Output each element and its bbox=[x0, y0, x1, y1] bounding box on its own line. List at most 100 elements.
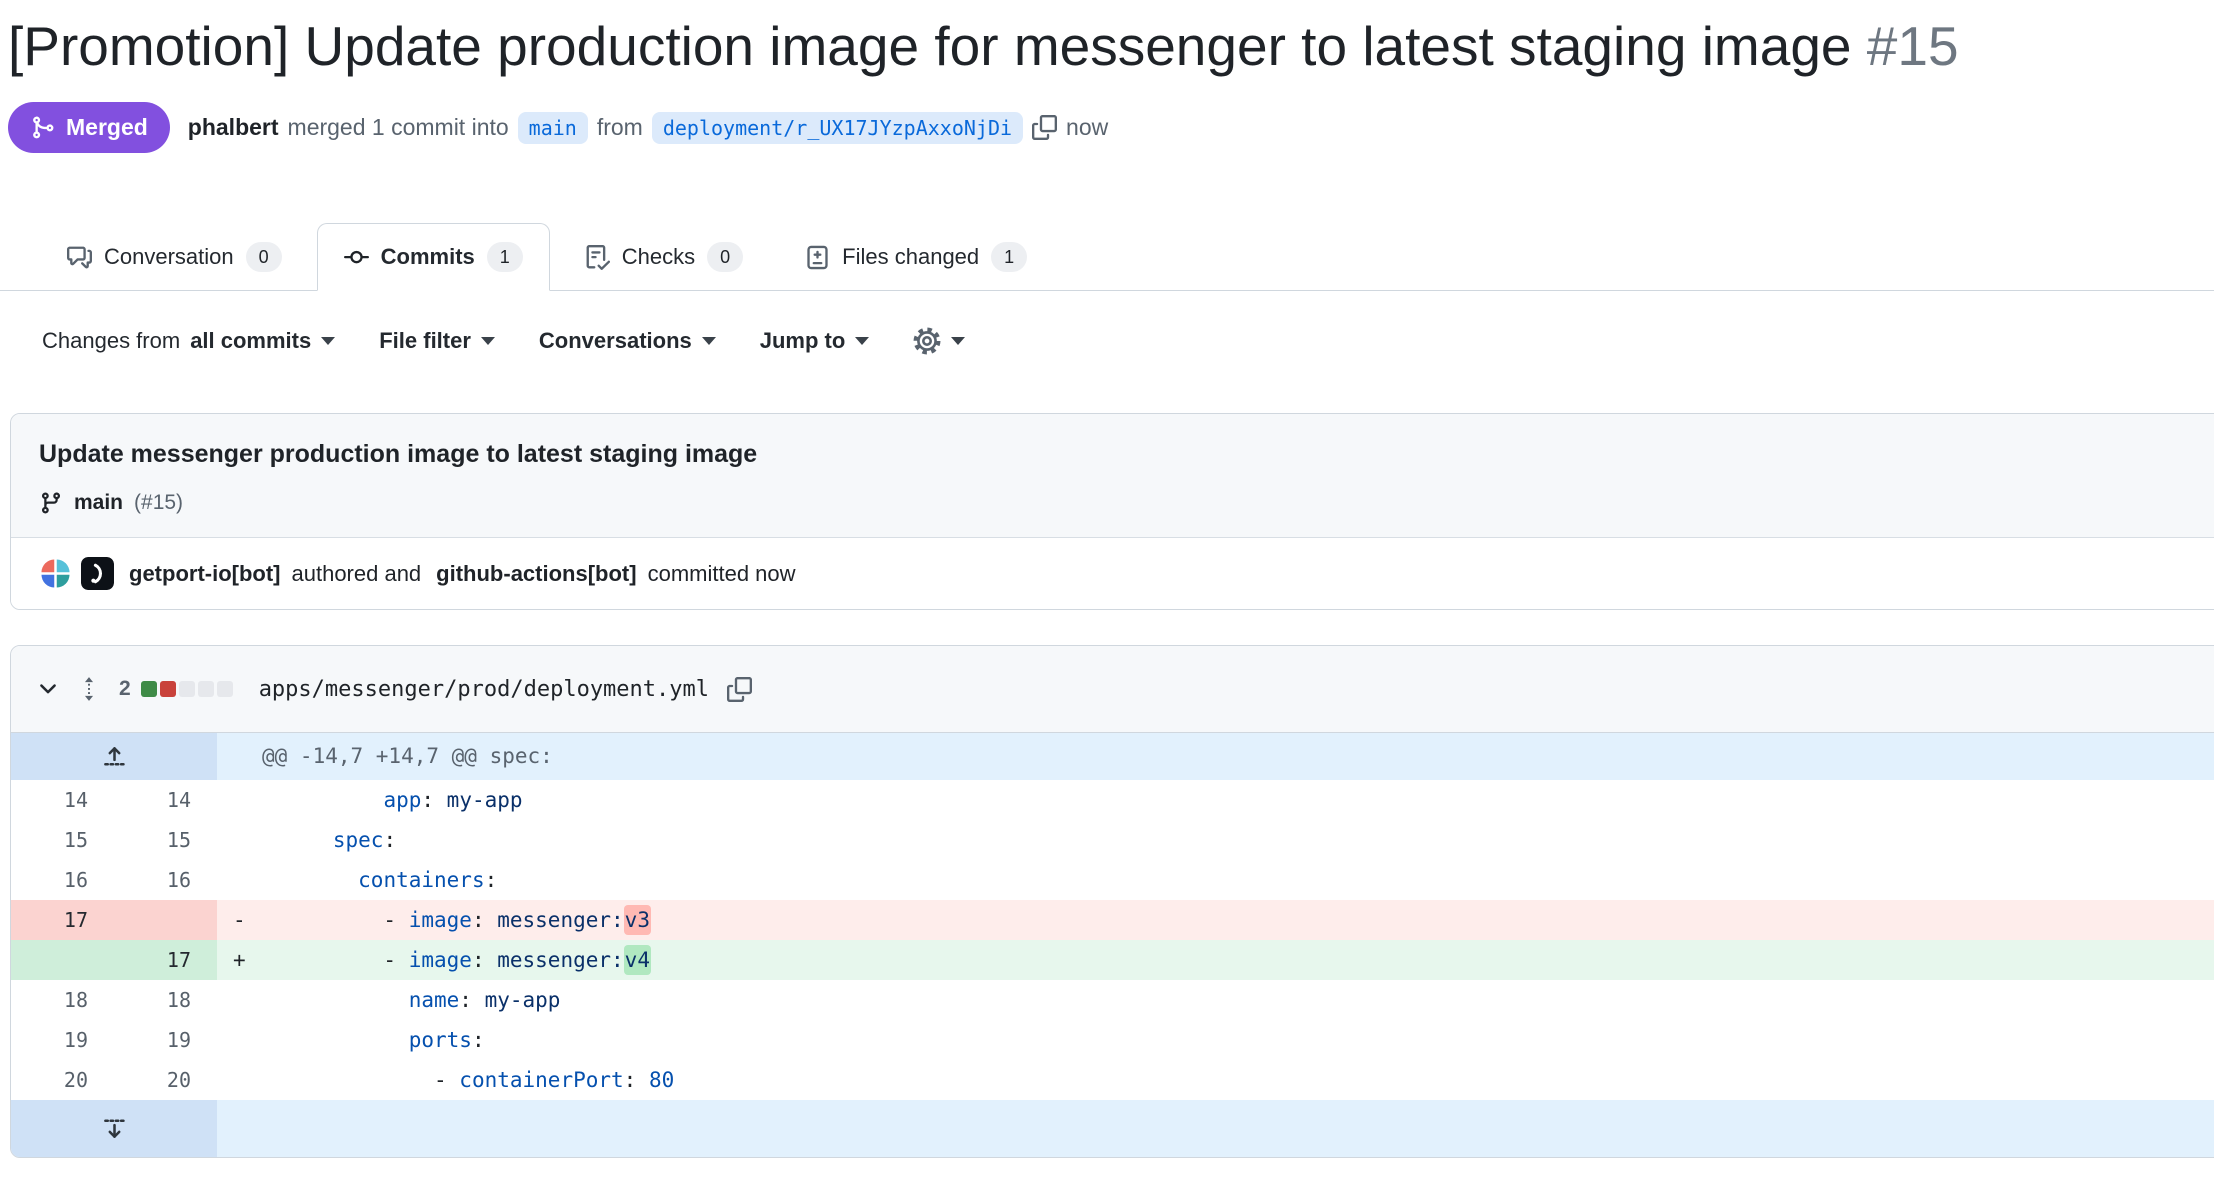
new-line-number[interactable]: 16 bbox=[114, 860, 217, 900]
tab-label: Commits bbox=[381, 244, 475, 270]
diff-row-context: 1919 ports: bbox=[11, 1020, 2214, 1060]
changed-lines-count: 2 bbox=[119, 677, 131, 701]
new-line-number[interactable]: 17 bbox=[114, 940, 217, 980]
new-line-number[interactable]: 20 bbox=[114, 1060, 217, 1100]
head-branch-label[interactable]: deployment/r_UX17JYzpAxxoNjDi bbox=[652, 112, 1023, 144]
caret-down-icon bbox=[321, 337, 335, 345]
conversations-dropdown[interactable]: Conversations bbox=[539, 328, 716, 354]
git-branch-icon bbox=[39, 491, 63, 515]
commit-committer-name[interactable]: github-actions[bot] bbox=[436, 561, 636, 587]
diff-toolbar: Changes from all commits File filter Con… bbox=[42, 327, 2214, 355]
jump-to-dropdown[interactable]: Jump to bbox=[760, 328, 870, 354]
file-filter-label: File filter bbox=[379, 328, 471, 354]
git-commit-icon bbox=[344, 245, 369, 270]
diff-row-context: 1818 name: my-app bbox=[11, 980, 2214, 1020]
commit-header: Update messenger production image to lat… bbox=[11, 414, 2214, 537]
old-line-number[interactable]: 18 bbox=[11, 980, 114, 1020]
diffstat-squares bbox=[141, 681, 233, 697]
code-line: app: my-app bbox=[217, 780, 2214, 820]
merged-by-user[interactable]: phalbert bbox=[188, 114, 279, 141]
diff-row-add: 17+ - image: messenger:v4 bbox=[11, 940, 2214, 980]
github-actions-avatar[interactable] bbox=[81, 557, 114, 590]
new-line-number[interactable]: 19 bbox=[114, 1020, 217, 1060]
diff-row-del: 17 - - image: messenger:v3 bbox=[11, 900, 2214, 940]
old-line-number[interactable]: 17 bbox=[11, 900, 114, 940]
copy-branch-icon[interactable] bbox=[1032, 115, 1057, 140]
diff-marker: + bbox=[233, 940, 257, 980]
comment-discussion-icon bbox=[67, 245, 92, 270]
file-diff-icon bbox=[805, 245, 830, 270]
merged-badge: Merged bbox=[8, 102, 170, 153]
new-line-number[interactable]: 14 bbox=[114, 780, 217, 820]
code-line: containers: bbox=[217, 860, 2214, 900]
port-logo-avatar[interactable] bbox=[39, 557, 72, 590]
code-line: - containerPort: 80 bbox=[217, 1060, 2214, 1100]
changes-from-dropdown[interactable]: Changes from all commits bbox=[42, 328, 335, 354]
merge-action-text: merged 1 commit into bbox=[288, 114, 509, 141]
old-line-number[interactable]: 15 bbox=[11, 820, 114, 860]
changes-from-value: all commits bbox=[190, 328, 311, 354]
tab-commits[interactable]: Commits 1 bbox=[317, 223, 550, 291]
diff-settings-dropdown[interactable] bbox=[913, 327, 965, 355]
merge-summary: phalbert merged 1 commit into main from … bbox=[188, 112, 1108, 144]
diff-row-hunk: @@ -14,7 +14,7 @@ spec: bbox=[11, 733, 2214, 780]
diffstat-square-neutral bbox=[217, 681, 233, 697]
pr-title: [Promotion] Update production image for … bbox=[8, 14, 2214, 78]
new-line-number[interactable]: 15 bbox=[114, 820, 217, 860]
new-line-number[interactable] bbox=[114, 900, 217, 940]
tab-counter: 1 bbox=[487, 242, 523, 272]
caret-down-icon bbox=[481, 337, 495, 345]
code-line: spec: bbox=[217, 820, 2214, 860]
old-line-number[interactable]: 19 bbox=[11, 1020, 114, 1060]
diff-row-context: 1616 containers: bbox=[11, 860, 2214, 900]
commit-branch-name[interactable]: main bbox=[74, 491, 123, 515]
tab-checks[interactable]: Checks 0 bbox=[558, 223, 770, 291]
checklist-icon bbox=[585, 245, 610, 270]
changes-from-label: Changes from bbox=[42, 328, 180, 354]
tab-files-changed[interactable]: Files changed 1 bbox=[778, 223, 1054, 291]
diff-footer-fill bbox=[217, 1100, 2214, 1157]
pr-title-text: [Promotion] Update production image for … bbox=[8, 15, 1852, 77]
expand-down-button[interactable] bbox=[11, 1100, 217, 1157]
commit-branch-ref: (#15) bbox=[134, 491, 183, 515]
diff-marker: - bbox=[233, 900, 257, 940]
new-line-number[interactable]: 18 bbox=[114, 980, 217, 1020]
diff-row-context: 1414 app: my-app bbox=[11, 780, 2214, 820]
commit-message[interactable]: Update messenger production image to lat… bbox=[39, 440, 2214, 469]
hunk-header: @@ -14,7 +14,7 @@ spec: bbox=[217, 733, 2214, 780]
copy-path-icon[interactable] bbox=[727, 677, 752, 702]
old-line-number[interactable] bbox=[11, 940, 114, 980]
tab-conversation[interactable]: Conversation 0 bbox=[40, 223, 309, 291]
diff-filename[interactable]: apps/messenger/prod/deployment.yml bbox=[259, 677, 709, 702]
old-line-number[interactable]: 16 bbox=[11, 860, 114, 900]
old-line-number[interactable]: 20 bbox=[11, 1060, 114, 1100]
pr-tab-bar: Conversation 0 Commits 1 Checks 0 Files … bbox=[0, 223, 2214, 291]
diffstat-square-add bbox=[141, 681, 157, 697]
chevron-down-icon[interactable] bbox=[37, 678, 59, 700]
caret-down-icon bbox=[855, 337, 869, 345]
tab-counter: 1 bbox=[991, 242, 1027, 272]
tab-counter: 0 bbox=[707, 242, 743, 272]
authored-text: authored and bbox=[292, 561, 422, 587]
merged-badge-label: Merged bbox=[66, 114, 148, 141]
merged-time: now bbox=[1066, 114, 1108, 141]
diff-row-context: 2020 - containerPort: 80 bbox=[11, 1060, 2214, 1100]
old-line-number[interactable]: 14 bbox=[11, 780, 114, 820]
caret-down-icon bbox=[951, 337, 965, 345]
commit-author-name[interactable]: getport-io[bot] bbox=[129, 561, 281, 587]
expand-up-button[interactable] bbox=[11, 733, 217, 780]
drag-handle-icon[interactable] bbox=[77, 676, 101, 702]
diffstat-square-neutral bbox=[179, 681, 195, 697]
from-word: from bbox=[597, 114, 643, 141]
commit-author-row: getport-io[bot] authored and github-acti… bbox=[11, 537, 2214, 609]
base-branch-label[interactable]: main bbox=[518, 112, 588, 144]
tab-label: Checks bbox=[622, 244, 695, 270]
diff-table: @@ -14,7 +14,7 @@ spec:1414 app: my-app1… bbox=[11, 733, 2214, 1157]
code-line: - - image: messenger:v3 bbox=[217, 900, 2214, 940]
tab-label: Conversation bbox=[104, 244, 234, 270]
diff-row-context: 1515 spec: bbox=[11, 820, 2214, 860]
file-filter-dropdown[interactable]: File filter bbox=[379, 328, 495, 354]
diff-row-expand-footer bbox=[11, 1100, 2214, 1157]
git-merge-icon bbox=[30, 115, 55, 140]
gear-icon bbox=[913, 327, 941, 355]
